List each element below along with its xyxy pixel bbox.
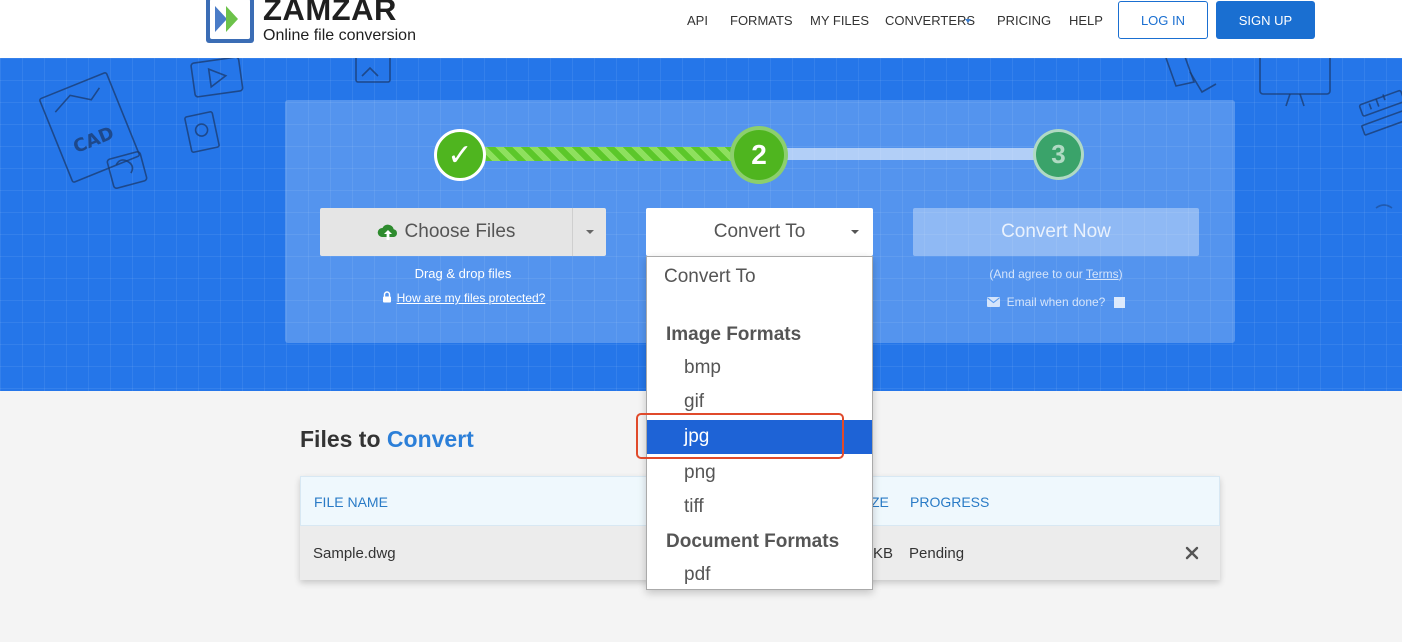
email-when-done-label: Email when done? — [1006, 295, 1106, 309]
terms-prefix: (And agree to our — [989, 267, 1086, 281]
choose-files-button-group: Choose Files — [320, 208, 606, 256]
convert-to-select[interactable]: Convert To — [646, 208, 873, 256]
nav-api[interactable]: API — [687, 13, 708, 28]
column-file-name: FILE NAME — [314, 494, 388, 510]
column-progress: PROGRESS — [910, 494, 990, 510]
terms-link[interactable]: Terms — [1086, 267, 1119, 281]
file-protection-line: How are my files protected? — [320, 291, 606, 305]
nav-help[interactable]: HELP — [1069, 13, 1103, 28]
choose-files-button[interactable]: Choose Files — [320, 208, 572, 256]
nav-converters[interactable]: CONVERTERS — [885, 13, 975, 28]
lock-icon — [382, 291, 391, 303]
page: ZAMZAR ™ Online file conversion API FORM… — [0, 0, 1402, 642]
envelope-icon — [986, 297, 1000, 307]
dropdown-placeholder-option[interactable]: Convert To — [664, 266, 756, 288]
terms-agreement: (And agree to our Terms) — [913, 267, 1199, 281]
signup-button[interactable]: SIGN UP — [1216, 1, 1315, 39]
remove-file-close-icon[interactable] — [1185, 546, 1199, 560]
logo-mark-icon — [206, 0, 254, 43]
option-group-image-formats: Image Formats — [666, 324, 802, 345]
files-title-prefix: Files to — [300, 426, 381, 452]
convert-to-label: Convert To — [713, 221, 806, 242]
logo-tagline: Online file conversion — [263, 27, 416, 44]
files-title-accent: Convert — [386, 426, 474, 452]
step-progress-complete — [484, 147, 734, 161]
nav-pricing[interactable]: PRICING — [997, 13, 1051, 28]
svg-text:CAD: CAD — [70, 123, 117, 158]
row-file-size: KB — [873, 545, 894, 562]
site-header: ZAMZAR ™ Online file conversion API FORM… — [0, 0, 1402, 58]
email-when-done: Email when done? — [913, 295, 1199, 309]
option-bmp[interactable]: bmp — [647, 351, 872, 385]
login-button[interactable]: LOG IN — [1118, 1, 1208, 39]
row-file-name: Sample.dwg — [313, 545, 396, 562]
nav-formats[interactable]: FORMATS — [730, 13, 793, 28]
step-3-indicator: 3 — [1033, 129, 1084, 180]
email-when-done-checkbox[interactable] — [1114, 296, 1126, 308]
convert-now-button[interactable]: Convert Now — [913, 208, 1199, 256]
nav-my-files[interactable]: MY FILES — [810, 13, 869, 28]
option-group-document-formats: Document Formats — [666, 531, 840, 552]
file-protection-link[interactable]: How are my files protected? — [397, 291, 546, 305]
option-tiff[interactable]: tiff — [647, 490, 872, 524]
option-png[interactable]: png — [647, 456, 872, 490]
step-progress-pending — [784, 148, 1036, 160]
option-pdf[interactable]: pdf — [647, 558, 872, 589]
logo-trademark: ™ — [391, 0, 399, 3]
terms-suffix: ) — [1118, 267, 1123, 281]
logo-name: ZAMZAR — [263, 0, 397, 27]
choose-files-options-toggle[interactable] — [572, 208, 606, 256]
caret-down-icon — [586, 230, 594, 234]
cloud-upload-icon — [377, 224, 397, 240]
converters-caret-icon — [965, 19, 971, 23]
step-2-indicator: 2 — [730, 126, 788, 184]
caret-down-icon — [851, 230, 859, 234]
selection-highlight-annotation — [636, 413, 844, 459]
choose-files-label: Choose Files — [404, 221, 516, 242]
column-size: ZE — [871, 494, 889, 510]
drag-drop-hint: Drag & drop files — [414, 266, 512, 281]
step-1-check-icon: ✓ — [434, 129, 486, 181]
files-to-convert-title: Files to Convert — [300, 426, 474, 453]
row-progress: Pending — [909, 545, 965, 562]
